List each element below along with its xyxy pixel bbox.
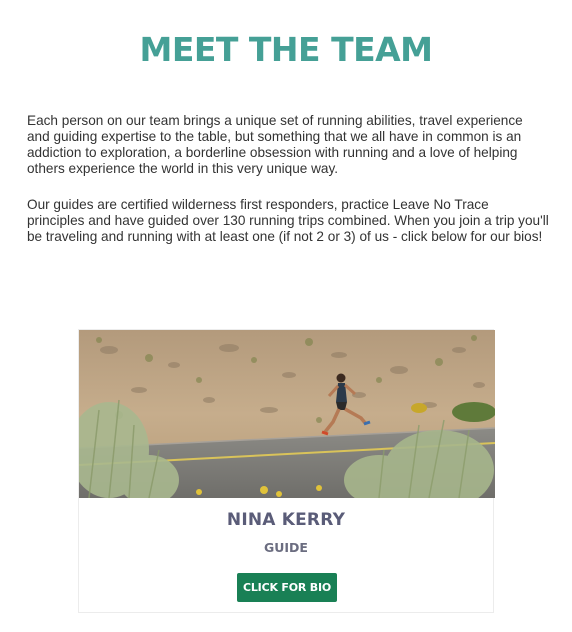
intro-paragraph-2: Our guides are certified wilderness firs… [27, 197, 549, 244]
team-member-card: NINA KERRY GUIDE CLICK FOR BIO [78, 329, 495, 613]
page-title: MEET THE TEAM [139, 30, 433, 69]
team-member-photo [79, 330, 495, 498]
intro-paragraph-1: Each person on our team brings a unique … [27, 113, 523, 176]
team-member-name: NINA KERRY [226, 510, 346, 530]
click-for-bio-button[interactable]: CLICK FOR BIO [237, 573, 337, 602]
team-member-role: GUIDE [264, 540, 308, 555]
